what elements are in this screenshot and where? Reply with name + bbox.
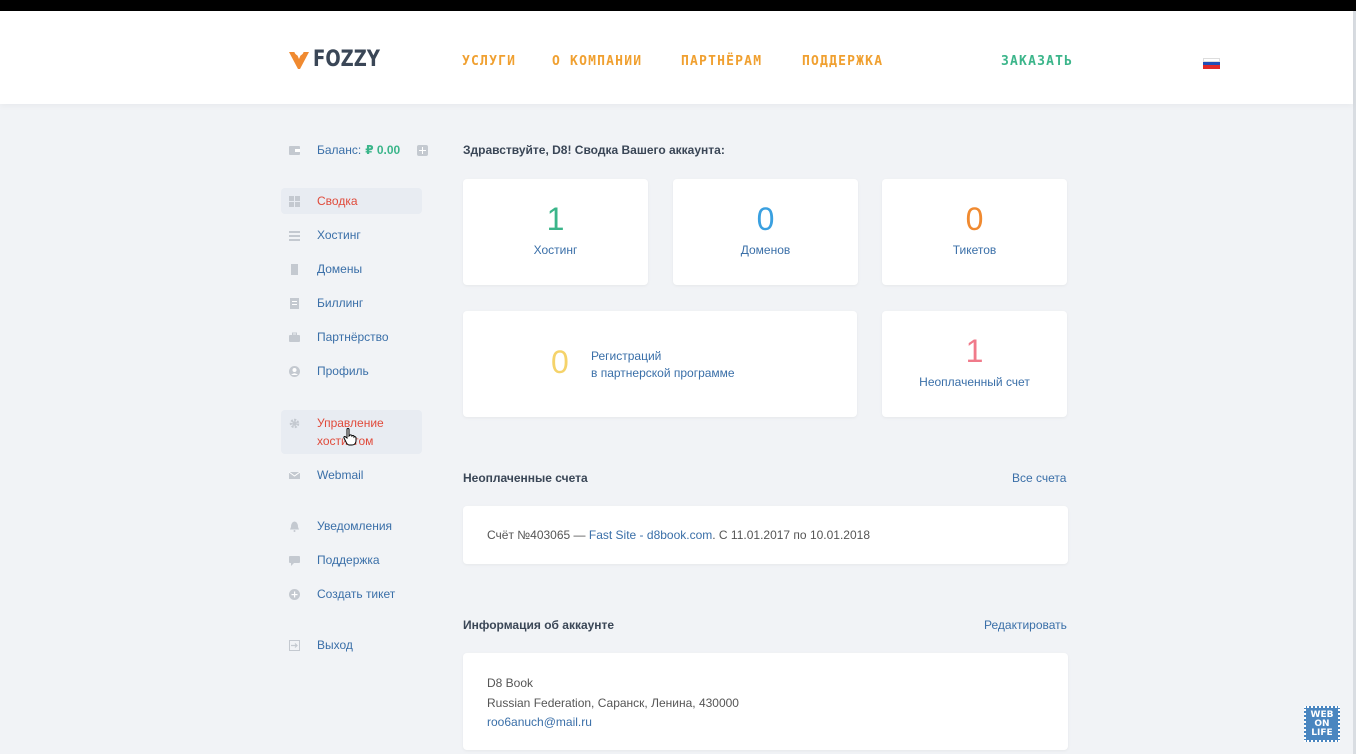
stat-label: Неоплаченный счет — [919, 375, 1030, 389]
nav-support[interactable]: ПОДДЕРЖКА — [802, 54, 883, 70]
balance-label: Баланс: — [317, 143, 362, 157]
sidebar-item-domains[interactable]: Домены — [281, 256, 422, 282]
sidebar-item-dashboard[interactable]: Сводка — [281, 188, 422, 214]
domain-icon — [289, 263, 300, 275]
sidebar-item-support[interactable]: Поддержка — [281, 547, 422, 573]
site-header: FOZZY УСЛУГИ О КОМПАНИИ ПАРТНЁРАМ ПОДДЕР… — [0, 11, 1353, 104]
fozzy-logo-icon — [289, 51, 309, 69]
bell-icon — [289, 521, 300, 532]
plus-circle-icon — [289, 588, 300, 600]
sidebar-item-webmail[interactable]: Webmail — [281, 462, 422, 488]
sidebar-item-label: Webmail — [317, 468, 364, 482]
stat-value: 0 — [965, 201, 984, 237]
invoice-service-link[interactable]: Fast Site - d8book.com — [589, 528, 712, 542]
stat-value: 0 — [551, 344, 569, 380]
nav-partners[interactable]: ПАРТНЁРАМ — [681, 54, 762, 70]
sidebar-item-label: Поддержка — [317, 553, 380, 567]
sidebar-item-label: Профиль — [317, 364, 369, 378]
sidebar-item-label: Партнёрство — [317, 330, 389, 344]
balance-row: Баланс: ₽ 0.00 — [281, 140, 429, 160]
wallet-icon — [289, 145, 300, 156]
edit-account-link[interactable]: Редактировать — [984, 618, 1067, 632]
nav-order[interactable]: ЗАКАЗАТЬ — [1001, 54, 1073, 70]
stat-card-hosting[interactable]: 1 Хостинг — [463, 179, 648, 285]
invoice-line: Счёт №403065 — Fast Site - d8book.com. С… — [487, 528, 870, 542]
chat-icon — [289, 555, 300, 566]
sidebar-item-label: Уведомления — [317, 519, 393, 533]
exit-icon — [289, 639, 300, 651]
stat-value: 0 — [756, 201, 775, 237]
stat-label: Регистраций в партнерской программе — [591, 349, 735, 380]
sidebar-item-label: Хостинг — [317, 228, 361, 242]
stat-value: 1 — [965, 333, 984, 369]
sidebar-item-label: Выход — [317, 638, 353, 652]
all-invoices-link[interactable]: Все счета — [1012, 471, 1066, 485]
sidebar-item-label: Сводка — [317, 194, 358, 208]
stat-card-domains[interactable]: 0 Доменов — [673, 179, 858, 285]
stat-card-unpaid-invoice[interactable]: 1 Неоплаченный счет — [882, 311, 1067, 417]
list-icon — [289, 230, 300, 241]
stat-card-tickets[interactable]: 0 Тикетов — [882, 179, 1067, 285]
sidebar-item-logout[interactable]: Выход — [281, 632, 422, 658]
sidebar-item-create-ticket[interactable]: Создать тикет — [281, 581, 422, 607]
sidebar-item-label: Создать тикет — [317, 587, 396, 601]
greeting-heading: Здравствуйте, D8! Сводка Вашего аккаунта… — [463, 143, 725, 157]
invoice-card: Счёт №403065 — Fast Site - d8book.com. С… — [463, 506, 1068, 564]
account-email[interactable]: roo6anuch@mail.ru — [487, 715, 592, 729]
hand-cursor-icon — [343, 428, 357, 451]
nav-about[interactable]: О КОМПАНИИ — [552, 54, 642, 70]
stat-card-partner-registrations[interactable]: 0 Регистраций в партнерской программе — [463, 311, 857, 417]
language-flag-icon[interactable] — [1203, 58, 1220, 69]
sidebar-item-billing[interactable]: Биллинг — [281, 290, 422, 316]
stat-label: Тикетов — [952, 243, 997, 257]
sidebar-item-label: Биллинг — [317, 296, 364, 310]
account-address: Russian Federation, Саранск, Ленина, 430… — [487, 696, 739, 710]
dashboard-icon — [289, 195, 300, 207]
user-icon — [289, 365, 300, 377]
account-info-title: Информация об аккаунте — [463, 618, 615, 632]
unpaid-invoices-title: Неоплаченные счета — [463, 471, 588, 485]
account-info-card: D8 Book Russian Federation, Саранск, Лен… — [463, 653, 1068, 750]
account-name: D8 Book — [487, 676, 534, 690]
briefcase-icon — [289, 332, 300, 343]
sidebar-item-label: Домены — [317, 262, 363, 276]
nav-services[interactable]: УСЛУГИ — [462, 54, 516, 70]
stat-label: Доменов — [740, 243, 791, 257]
sidebar-item-notifications[interactable]: Уведомления — [281, 513, 422, 539]
document-icon — [289, 297, 300, 309]
stat-value: 1 — [546, 201, 565, 237]
add-funds-icon[interactable] — [417, 144, 429, 156]
logo[interactable]: FOZZY — [288, 48, 395, 72]
sidebar-item-profile[interactable]: Профиль — [281, 358, 422, 384]
stat-label: Хостинг — [533, 243, 578, 257]
sidebar-item-partnership[interactable]: Партнёрство — [281, 324, 422, 350]
mail-icon — [289, 470, 300, 481]
web-on-life-watermark: WEB ON LIFE — [1304, 706, 1340, 742]
gear-icon — [289, 418, 300, 429]
balance-amount: ₽ 0.00 — [365, 143, 401, 157]
top-black-bar — [0, 0, 1356, 11]
logo-text: FOZZY — [313, 47, 380, 72]
sidebar-item-hosting[interactable]: Хостинг — [281, 222, 422, 248]
